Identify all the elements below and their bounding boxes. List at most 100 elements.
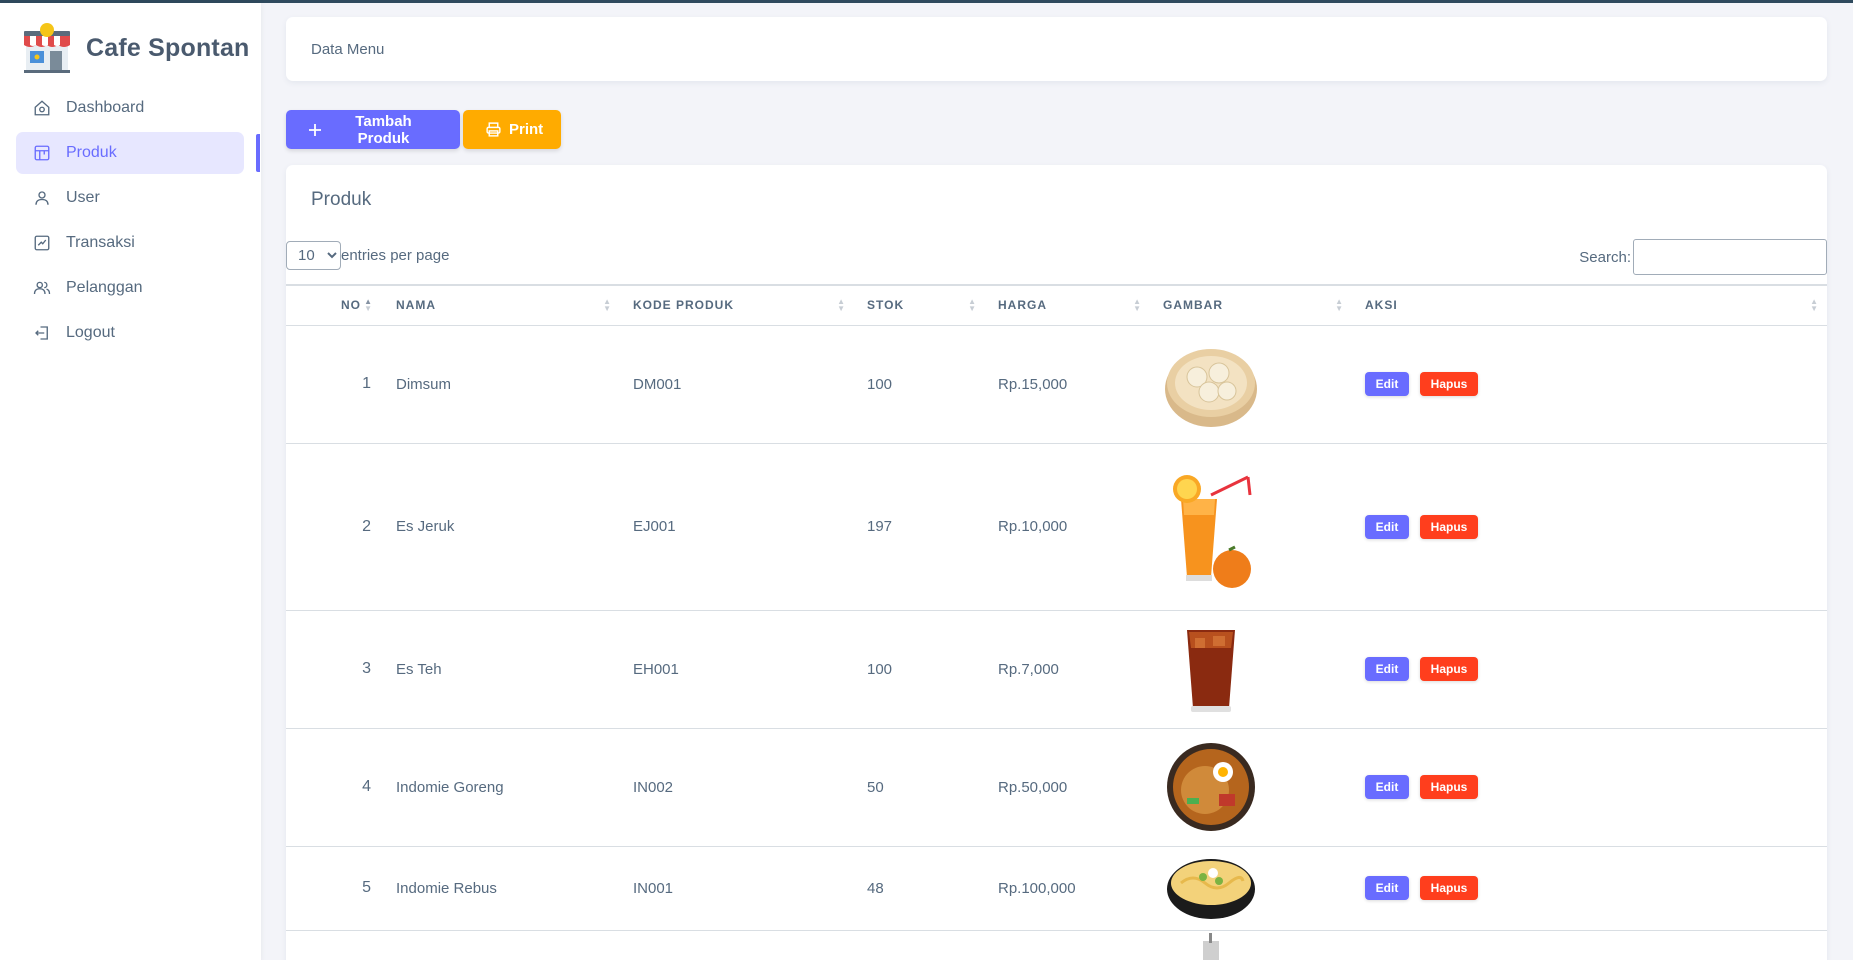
brand[interactable]: Cafe Spontan bbox=[20, 21, 250, 75]
column-header-no[interactable]: NO ▲ ▼ bbox=[286, 285, 383, 325]
edit-button[interactable]: Edit bbox=[1365, 657, 1409, 681]
row-no: 1 bbox=[286, 325, 383, 444]
row-nama: Es Jeruk bbox=[383, 443, 620, 611]
dimsum-image bbox=[1165, 349, 1257, 427]
table-title: Produk bbox=[311, 189, 372, 210]
entries-label: entries per page bbox=[341, 247, 450, 264]
column-header-gambar[interactable]: GAMBAR ▲ ▼ bbox=[1150, 285, 1352, 325]
column-header-harga[interactable]: HARGA ▲ ▼ bbox=[985, 285, 1150, 325]
orange-juice-image bbox=[1173, 474, 1252, 588]
row-harga: Rp.7,000 bbox=[985, 610, 1150, 729]
entries-per-page-select[interactable]: 10 bbox=[286, 241, 341, 270]
row-harga: Rp.100,000 bbox=[985, 846, 1150, 931]
sort-icon: ▲ ▼ bbox=[1133, 297, 1142, 313]
sort-icon: ▲ ▼ bbox=[364, 297, 373, 313]
sort-icon: ▲ ▼ bbox=[603, 297, 612, 313]
row-harga: Rp.10,000 bbox=[985, 443, 1150, 611]
row-stok: 100 bbox=[854, 325, 985, 444]
toolbar: Tambah Produk Print bbox=[286, 110, 561, 149]
logout-icon bbox=[32, 323, 52, 343]
row-nama: Dimsum bbox=[383, 325, 620, 444]
store-icon bbox=[32, 143, 52, 163]
sidebar-item-produk[interactable]: Produk bbox=[16, 132, 244, 174]
print-button[interactable]: Print bbox=[463, 110, 561, 149]
table-row: 3 Es Teh EH001 100 Rp.7,000 Edit Hapus bbox=[286, 610, 1827, 729]
sidebar-item-user[interactable]: User bbox=[16, 177, 244, 219]
table-header-row: NO ▲ ▼ NAMA ▲ ▼ KODE PRODUK ▲ ▼ STOK ▲ ▼ HAR… bbox=[286, 285, 1827, 325]
delete-button[interactable]: Hapus bbox=[1420, 657, 1478, 681]
row-image-cell bbox=[1150, 325, 1352, 444]
page-header: Data Menu bbox=[286, 17, 1827, 81]
user-icon bbox=[32, 188, 52, 208]
sidebar-item-label: Transaksi bbox=[66, 234, 135, 251]
row-image-cell bbox=[1150, 930, 1352, 960]
sidebar-item-transaksi[interactable]: Transaksi bbox=[16, 222, 244, 264]
row-harga: Rp.15,000 bbox=[985, 325, 1150, 444]
row-kode: EH001 bbox=[620, 610, 854, 729]
sort-icon: ▲ ▼ bbox=[1810, 297, 1819, 313]
sidebar-item-label: User bbox=[66, 189, 100, 206]
sidebar-item-dashboard[interactable]: Dashboard bbox=[16, 87, 244, 129]
column-header-kode-produk[interactable]: KODE PRODUK ▲ ▼ bbox=[620, 285, 854, 325]
row-image-cell bbox=[1150, 846, 1352, 931]
edit-button[interactable]: Edit bbox=[1365, 372, 1409, 396]
row-no: 4 bbox=[286, 728, 383, 847]
cafe-logo-icon bbox=[24, 23, 70, 73]
delete-button[interactable]: Hapus bbox=[1420, 372, 1478, 396]
sidebar-item-label: Logout bbox=[66, 324, 115, 341]
edit-button[interactable]: Edit bbox=[1365, 876, 1409, 900]
active-indicator bbox=[256, 134, 260, 172]
row-stok: 197 bbox=[854, 443, 985, 611]
row-harga: Rp.50,000 bbox=[985, 728, 1150, 847]
column-header-stok[interactable]: STOK ▲ ▼ bbox=[854, 285, 985, 325]
table-row: 5 Indomie Rebus IN001 48 Rp.100,000 Edit… bbox=[286, 846, 1827, 931]
page-title: Data Menu bbox=[311, 40, 385, 58]
search-input[interactable] bbox=[1633, 239, 1827, 275]
print-label: Print bbox=[509, 121, 544, 138]
sidebar-item-logout[interactable]: Logout bbox=[16, 312, 244, 354]
sidebar-item-label: Dashboard bbox=[66, 99, 145, 116]
row-image-cell bbox=[1150, 610, 1352, 729]
table-row: 4 Indomie Goreng IN002 50 Rp.50,000 Edit… bbox=[286, 728, 1827, 847]
row-nama: Indomie Goreng bbox=[383, 728, 620, 847]
noodle-soup-image bbox=[1167, 859, 1255, 919]
column-header-aksi[interactable]: AKSI ▲ ▼ bbox=[1352, 285, 1827, 325]
edit-button[interactable]: Edit bbox=[1365, 514, 1409, 539]
home-icon bbox=[32, 98, 52, 118]
delete-button[interactable]: Hapus bbox=[1420, 876, 1478, 900]
row-nama: Es Teh bbox=[383, 610, 620, 729]
iced-tea-image bbox=[1187, 630, 1235, 712]
row-actions: Edit Hapus bbox=[1352, 443, 1827, 611]
search-control: Search: bbox=[1579, 239, 1827, 275]
sidebar-item-pelanggan[interactable]: Pelanggan bbox=[16, 267, 244, 309]
add-product-label: Tambah Produk bbox=[355, 112, 412, 147]
row-kode: IN002 bbox=[620, 728, 854, 847]
sidebar-item-label: Pelanggan bbox=[66, 279, 143, 296]
delete-button[interactable]: Hapus bbox=[1420, 514, 1478, 539]
row-no: 5 bbox=[286, 846, 383, 931]
users-icon bbox=[32, 278, 52, 298]
edit-button[interactable]: Edit bbox=[1365, 775, 1409, 799]
plus-icon bbox=[308, 123, 322, 137]
printer-icon bbox=[485, 121, 502, 138]
chart-icon bbox=[32, 233, 52, 253]
add-product-button[interactable]: Tambah Produk bbox=[286, 110, 460, 149]
sidebar-menu: Dashboard Produk User Transaksi Pelangga… bbox=[16, 87, 244, 357]
row-stok: 100 bbox=[854, 610, 985, 729]
row-kode: IN001 bbox=[620, 846, 854, 931]
row-stok: 48 bbox=[854, 846, 985, 931]
sort-icon: ▲ ▼ bbox=[837, 297, 846, 313]
fried-noodle-image bbox=[1167, 743, 1255, 831]
column-header-nama[interactable]: NAMA ▲ ▼ bbox=[383, 285, 620, 325]
row-image-cell bbox=[1150, 443, 1352, 611]
table-row bbox=[286, 930, 1827, 960]
table-row: 2 Es Jeruk EJ001 197 Rp.10,000 Edit Hapu… bbox=[286, 443, 1827, 611]
row-actions: Edit Hapus bbox=[1352, 325, 1827, 444]
delete-button[interactable]: Hapus bbox=[1420, 775, 1478, 799]
sort-icon: ▲ ▼ bbox=[968, 297, 977, 313]
row-stok: 50 bbox=[854, 728, 985, 847]
row-actions: Edit Hapus bbox=[1352, 728, 1827, 847]
row-actions: Edit Hapus bbox=[1352, 610, 1827, 729]
sidebar-item-label: Produk bbox=[66, 144, 117, 161]
row-no: 3 bbox=[286, 610, 383, 729]
